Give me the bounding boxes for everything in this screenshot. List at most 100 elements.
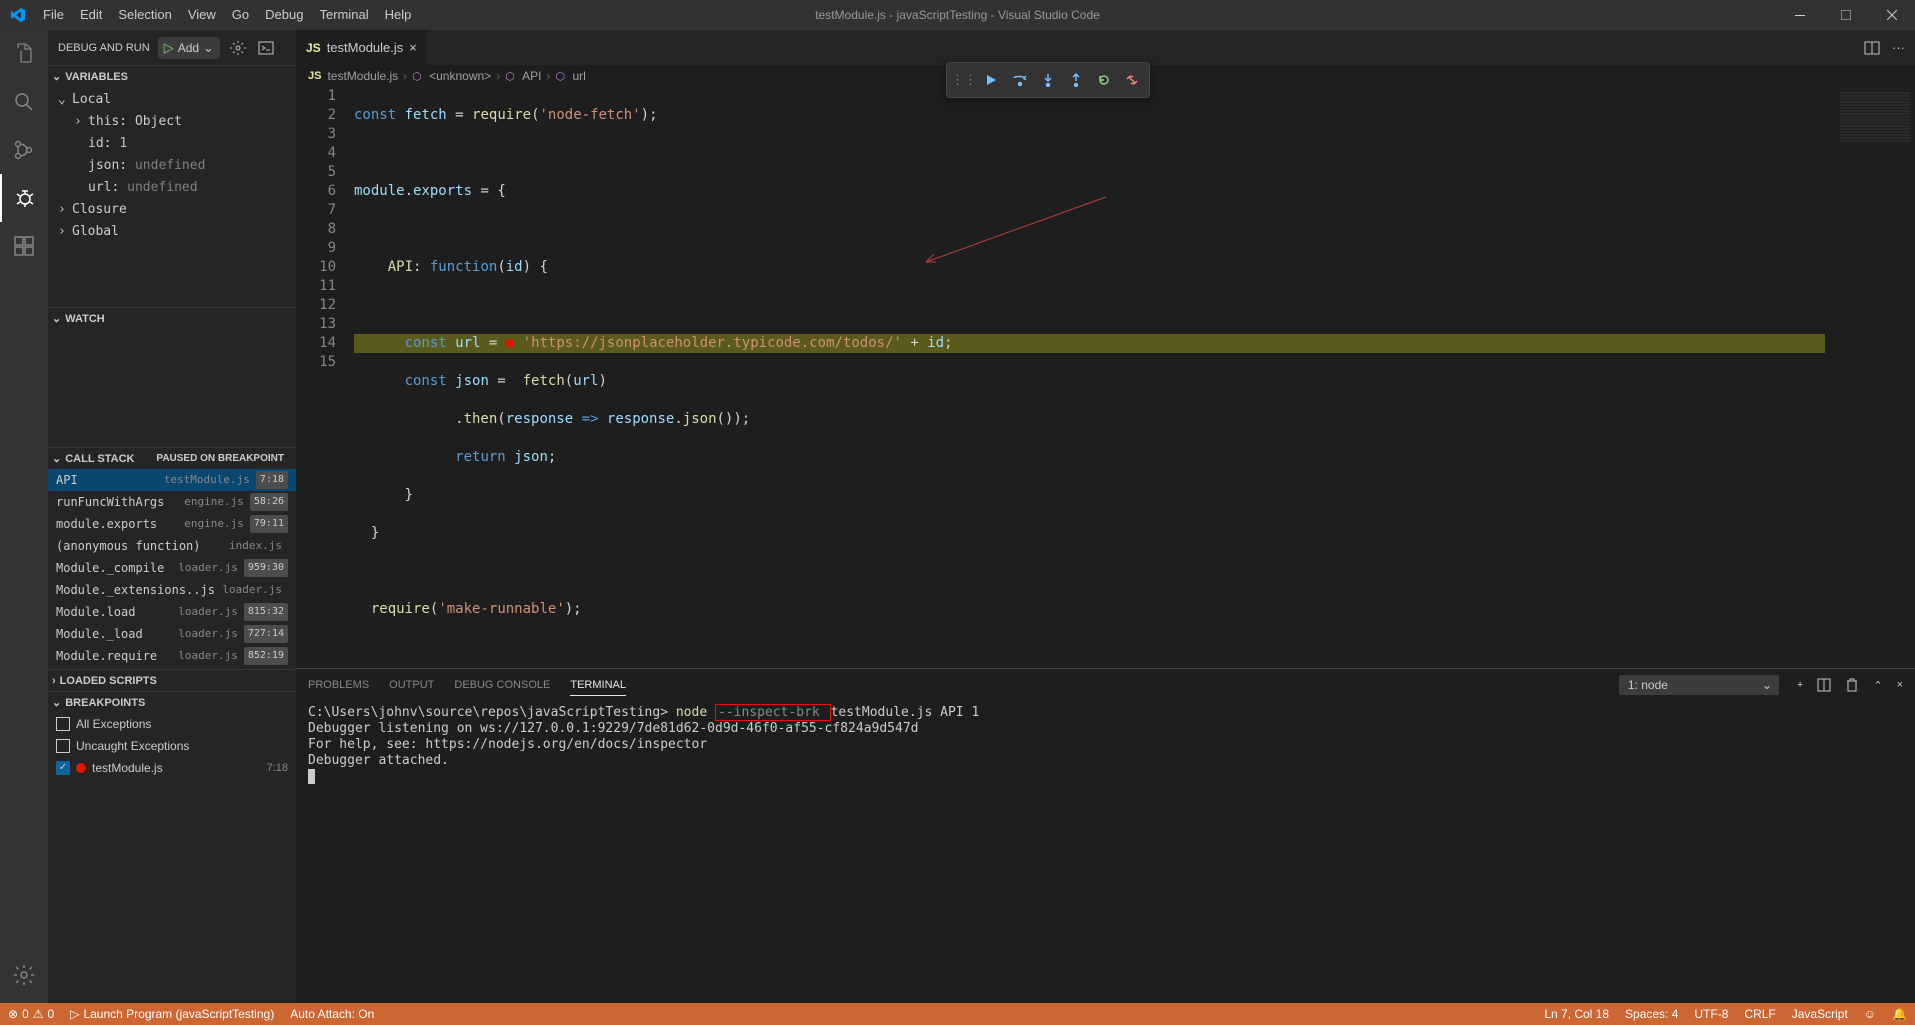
line-10: 10	[296, 258, 336, 277]
watch-section-header[interactable]: ⌄WATCH	[48, 307, 296, 329]
status-cursor[interactable]: Ln 7, Col 18	[1536, 1007, 1617, 1021]
minimap[interactable]	[1825, 87, 1915, 668]
variables-section-header[interactable]: ⌄VARIABLES	[48, 65, 296, 87]
stack-frame[interactable]: Module._extensions..jsloader.js	[48, 579, 296, 601]
line-4: 4	[296, 144, 336, 163]
stack-frame[interactable]: Module._compileloader.js959:30	[48, 557, 296, 579]
tab-debug-console[interactable]: DEBUG CONSOLE	[454, 675, 550, 695]
continue-button[interactable]	[979, 67, 1005, 93]
var-json[interactable]: json: undefined	[48, 155, 296, 177]
step-over-button[interactable]	[1007, 67, 1033, 93]
more-icon[interactable]: ···	[1892, 40, 1905, 56]
scope-local[interactable]: ⌄Local	[48, 89, 296, 111]
variables-body: ⌄Local ›this: Object id: 1 json: undefin…	[48, 87, 296, 307]
status-auto-attach[interactable]: Auto Attach: On	[282, 1003, 382, 1025]
menu-help[interactable]: Help	[377, 0, 420, 30]
editor-body[interactable]: 1 2 3 4 5 6 ▷7 8 9 10 11 12 13 14 15 con…	[296, 87, 1915, 668]
new-terminal-icon[interactable]: +	[1797, 679, 1803, 691]
menu-file[interactable]: File	[35, 0, 72, 30]
checkbox-icon[interactable]	[56, 717, 70, 731]
close-button[interactable]	[1869, 0, 1915, 30]
stack-frame[interactable]: Module._loadloader.js727:14	[48, 623, 296, 645]
minimize-button[interactable]	[1777, 0, 1823, 30]
checkbox-icon[interactable]	[56, 739, 70, 753]
panel-tabs: PROBLEMS OUTPUT DEBUG CONSOLE TERMINAL 1…	[296, 669, 1915, 701]
paused-label: PAUSED ON BREAKPOINT	[156, 453, 284, 464]
stack-frame[interactable]: APItestModule.js7:18	[48, 469, 296, 491]
disconnect-button[interactable]	[1119, 67, 1145, 93]
status-feedback-icon[interactable]: ☺	[1856, 1007, 1884, 1021]
checkbox-icon[interactable]: ✓	[56, 761, 70, 775]
line-15: 15	[296, 353, 336, 372]
bc-url[interactable]: url	[572, 69, 585, 83]
stack-frame[interactable]: Module.requireloader.js852:19	[48, 645, 296, 667]
menubar: File Edit Selection View Go Debug Termin…	[35, 0, 419, 30]
status-language[interactable]: JavaScript	[1784, 1007, 1856, 1021]
debug-config-selector[interactable]: ▷ Add ⌄	[158, 37, 220, 59]
stack-frame[interactable]: runFuncWithArgsengine.js58:26	[48, 491, 296, 513]
status-errors[interactable]: ⊗0⚠0	[0, 1003, 62, 1025]
breakpoints-header[interactable]: ⌄BREAKPOINTS	[48, 691, 296, 713]
terminal-selector[interactable]: 1: node⌄	[1619, 675, 1779, 695]
bc-unknown[interactable]: <unknown>	[429, 69, 491, 83]
bc-api[interactable]: API	[522, 69, 541, 83]
split-terminal-icon[interactable]	[1817, 678, 1831, 692]
stack-frame[interactable]: module.exportsengine.js79:11	[48, 513, 296, 535]
scope-global[interactable]: ›Global	[48, 221, 296, 243]
extensions-icon[interactable]	[0, 222, 48, 270]
bp-all-exceptions[interactable]: All Exceptions	[48, 713, 296, 735]
step-out-button[interactable]	[1063, 67, 1089, 93]
js-file-icon: JS	[308, 70, 321, 82]
menu-view[interactable]: View	[180, 0, 224, 30]
search-icon[interactable]	[0, 78, 48, 126]
titlebar: File Edit Selection View Go Debug Termin…	[0, 0, 1915, 30]
breakpoint-dot-icon	[76, 763, 86, 773]
kill-terminal-icon[interactable]	[1845, 678, 1859, 692]
menu-go[interactable]: Go	[224, 0, 257, 30]
status-spaces[interactable]: Spaces: 4	[1617, 1007, 1686, 1021]
close-icon[interactable]: ×	[409, 40, 417, 55]
menu-selection[interactable]: Selection	[110, 0, 179, 30]
maximize-button[interactable]	[1823, 0, 1869, 30]
var-id[interactable]: id: 1	[48, 133, 296, 155]
callstack-section-header[interactable]: ⌄CALL STACKPAUSED ON BREAKPOINT	[48, 447, 296, 469]
status-eol[interactable]: CRLF	[1736, 1007, 1783, 1021]
var-url[interactable]: url: undefined	[48, 177, 296, 199]
tab-testmodule[interactable]: JS testModule.js ×	[296, 30, 428, 65]
maximize-panel-icon[interactable]: ⌃	[1873, 679, 1882, 692]
code-content[interactable]: const fetch = require('node-fetch'); mod…	[354, 87, 1825, 668]
loaded-scripts-header[interactable]: ›LOADED SCRIPTS	[48, 669, 296, 691]
stack-frame[interactable]: (anonymous function)index.js	[48, 535, 296, 557]
status-launch[interactable]: ▷Launch Program (javaScriptTesting)	[62, 1003, 282, 1025]
var-this[interactable]: ›this: Object	[48, 111, 296, 133]
explorer-icon[interactable]	[0, 30, 48, 78]
status-encoding[interactable]: UTF-8	[1686, 1007, 1736, 1021]
tab-problems[interactable]: PROBLEMS	[308, 675, 369, 695]
debug-toolbar[interactable]: ⋮⋮	[946, 62, 1150, 98]
tab-terminal[interactable]: TERMINAL	[570, 675, 626, 696]
bp-uncaught-exceptions[interactable]: Uncaught Exceptions	[48, 735, 296, 757]
debug-run-label: DEBUG AND RUN	[58, 42, 150, 54]
bc-file[interactable]: testModule.js	[327, 69, 398, 83]
line-13: 13	[296, 315, 336, 334]
split-editor-icon[interactable]	[1864, 40, 1880, 56]
close-panel-icon[interactable]: ×	[1897, 679, 1903, 691]
scope-closure[interactable]: ›Closure	[48, 199, 296, 221]
tab-output[interactable]: OUTPUT	[389, 675, 434, 695]
stack-frame[interactable]: Module.loadloader.js815:32	[48, 601, 296, 623]
gear-icon[interactable]	[228, 38, 248, 58]
menu-terminal[interactable]: Terminal	[311, 0, 376, 30]
scm-icon[interactable]	[0, 126, 48, 174]
settings-gear-icon[interactable]	[0, 951, 48, 999]
terminal-output[interactable]: C:\Users\johnv\source\repos\javaScriptTe…	[296, 701, 1915, 1003]
step-into-button[interactable]	[1035, 67, 1061, 93]
menu-debug[interactable]: Debug	[257, 0, 311, 30]
status-bell-icon[interactable]: 🔔	[1884, 1007, 1915, 1021]
chevron-down-icon: ⌄	[203, 40, 214, 56]
bp-file[interactable]: ✓testModule.js7:18	[48, 757, 296, 779]
debug-icon[interactable]	[0, 174, 48, 222]
menu-edit[interactable]: Edit	[72, 0, 110, 30]
restart-button[interactable]	[1091, 67, 1117, 93]
debug-console-icon[interactable]	[256, 38, 276, 58]
drag-handle-icon[interactable]: ⋮⋮	[951, 67, 977, 93]
